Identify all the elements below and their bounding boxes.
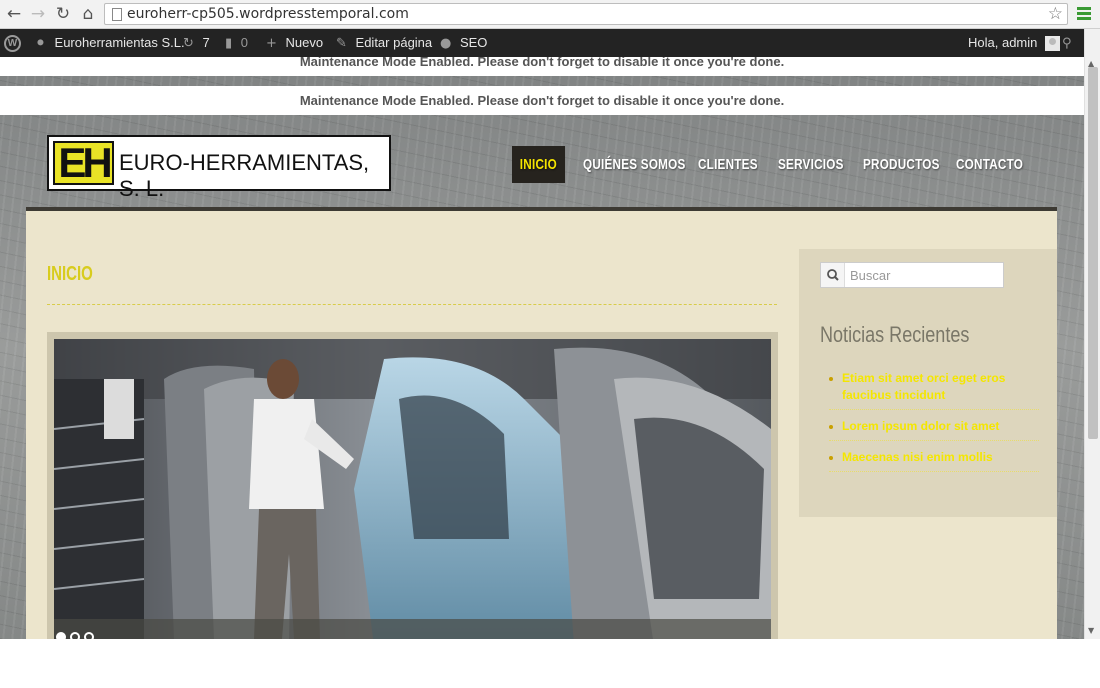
slider-dot[interactable] [70,632,80,639]
admin-account-link[interactable]: Hola, admin [968,29,1060,57]
list-item: Etiam sit amet orci eget eros faucibus t… [829,370,1039,410]
list-item: Maecenas nisi enim mollis [829,449,1039,472]
image-slider[interactable] [47,332,778,639]
seo-status-icon: ● [440,36,452,51]
url-text[interactable]: euroherr-cp505.wordpresstemporal.com [127,6,409,22]
wordpress-logo-icon[interactable]: W [4,35,21,52]
avatar [1045,36,1060,52]
page-icon [112,8,122,21]
slider-pagination [56,629,98,639]
comments-count: 0 [240,35,249,50]
dashboard-icon: ⚫ [35,36,46,51]
slider-dot[interactable] [84,632,94,639]
slider-dot[interactable] [56,632,66,639]
list-item: Lorem ipsum dolor sit amet [829,418,1039,441]
address-bar[interactable]: euroherr-cp505.wordpresstemporal.com ☆ [104,3,1068,25]
nav-item-clientes[interactable]: CLIENTES [698,146,758,183]
search-icon[interactable] [821,263,845,287]
recent-post-link[interactable]: Lorem ipsum dolor sit amet [842,419,999,433]
page-body: Maintenance Mode Enabled. Please don't f… [0,57,1084,639]
menu-icon[interactable] [1077,7,1091,21]
browser-toolbar: ← → ↻ ⌂ euroherr-cp505.wordpresstemporal… [0,0,1100,29]
back-icon[interactable]: ← [4,4,24,24]
search-form [820,262,1004,288]
admin-new-link[interactable]: + Nuevo [266,29,323,57]
forward-icon[interactable]: → [28,4,48,24]
logo-text: EURO-HERRAMIENTAS, S. L. [119,150,370,201]
updates-icon: ↻ [183,36,194,51]
browser-window: ← → ↻ ⌂ euroherr-cp505.wordpresstemporal… [0,0,1100,688]
recent-posts-list: Etiam sit amet orci eget eros faucibus t… [829,370,1039,480]
admin-site-name: Euroherramientas S.L. [54,35,185,50]
reload-icon[interactable]: ↻ [53,4,73,24]
plus-icon: + [266,36,277,51]
admin-site-link[interactable]: ⚫ Euroherramientas S.L. [35,29,185,57]
nav-item-qui-nes-somos[interactable]: QUIÉNES SOMOS [583,146,686,183]
admin-updates-link[interactable]: ↻ 7 [183,29,210,57]
title-divider [47,304,777,305]
recent-post-link[interactable]: Etiam sit amet orci eget eros faucibus t… [842,371,1005,402]
logo-mark: EH [53,141,114,185]
scroll-thumb[interactable] [1088,67,1098,439]
vertical-scrollbar[interactable]: ▲ ▼ [1084,29,1100,639]
seo-label: SEO [459,35,488,50]
page-title: INICIO [47,263,93,285]
wp-admin-bar: W ⚫ Euroherramientas S.L. ↻ 7 ▮ 0 + Nuev… [0,29,1084,57]
admin-search-icon[interactable]: ⚲ [1062,29,1072,57]
search-input[interactable] [846,263,1003,287]
new-label: Nuevo [285,35,324,50]
site-logo[interactable]: EH EURO-HERRAMIENTAS, S. L. [47,135,391,201]
admin-comments-link[interactable]: ▮ 0 [225,29,248,57]
slider-image-car-factory [54,339,771,639]
scroll-down-icon[interactable]: ▼ [1088,626,1094,635]
updates-count: 7 [202,35,210,50]
comment-icon: ▮ [225,36,233,51]
home-icon[interactable]: ⌂ [78,4,98,24]
maintenance-notice: Maintenance Mode Enabled. Please don't f… [0,57,1084,76]
maintenance-notice: Maintenance Mode Enabled. Please don't f… [0,86,1084,115]
admin-seo-link[interactable]: ● SEO [440,29,487,57]
star-icon[interactable]: ☆ [1048,4,1063,24]
recent-post-link[interactable]: Maecenas nisi enim mollis [842,450,993,464]
nav-item-productos[interactable]: PRODUCTOS [863,146,940,183]
greeting-text: Hola, admin [968,35,1038,50]
recent-posts-title: Noticias Recientes [820,322,970,347]
nav-item-contacto[interactable]: CONTACTO [956,146,1023,183]
admin-edit-link[interactable]: ✎ Editar página [336,29,432,57]
nav-item-inicio[interactable]: INICIO [512,146,565,183]
pencil-icon: ✎ [336,36,347,51]
nav-item-servicios[interactable]: SERVICIOS [778,146,844,183]
edit-label: Editar página [355,35,433,50]
